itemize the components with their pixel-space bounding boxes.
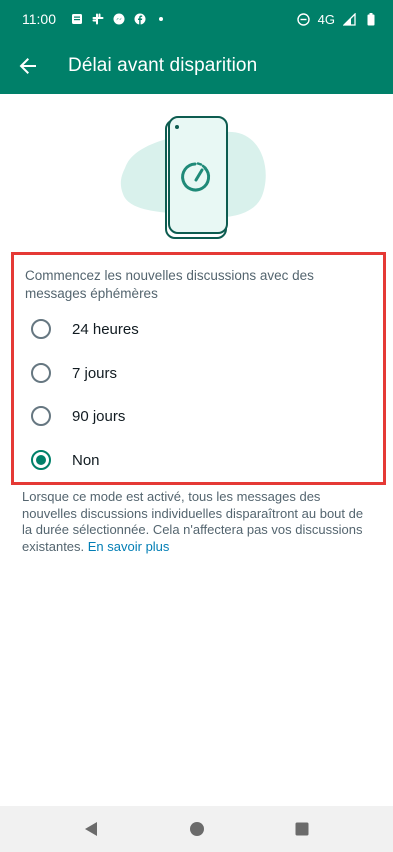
options-title: Commencez les nouvelles discussions avec… <box>25 268 314 301</box>
square-recents-icon <box>295 822 309 836</box>
circle-home-icon <box>190 822 204 836</box>
nav-home-button[interactable] <box>188 820 206 838</box>
page-title: Délai avant disparition <box>68 55 258 76</box>
signal-icon <box>343 12 356 26</box>
option-90-days[interactable]: 90 jours <box>14 394 383 438</box>
option-label: 90 jours <box>72 407 126 425</box>
app-bar: Délai avant disparition <box>0 38 393 94</box>
option-7-days[interactable]: 7 jours <box>14 351 383 395</box>
app-root: 11:00 4G Délai avant disparition Commenc… <box>0 0 393 852</box>
phone-timer-illustration <box>0 108 393 248</box>
battery-icon <box>364 12 377 26</box>
learn-more-link[interactable]: En savoir plus <box>88 539 170 554</box>
triangle-back-icon <box>85 822 97 836</box>
info-description: Lorsque ce mode est activé, tous les mes… <box>22 489 364 554</box>
radio-button[interactable] <box>31 363 51 383</box>
status-left: 11:00 <box>22 11 167 27</box>
radio-button[interactable] <box>31 319 51 339</box>
dot-icon <box>154 13 167 26</box>
option-label: 7 jours <box>72 364 118 382</box>
option-24-hours[interactable]: 24 heures <box>14 307 383 351</box>
info-text: Lorsque ce mode est activé, tous les mes… <box>22 489 374 555</box>
options-group: Commencez les nouvelles discussions avec… <box>11 252 386 485</box>
network-type: 4G <box>317 11 335 27</box>
back-button[interactable] <box>0 38 56 94</box>
status-bar: 11:00 4G <box>0 0 393 38</box>
option-off[interactable]: Non <box>14 438 383 482</box>
messenger-icon <box>112 13 125 26</box>
nav-recents-button[interactable] <box>293 820 311 838</box>
option-label: 24 heures <box>72 320 139 338</box>
system-nav-bar <box>0 806 393 852</box>
message-icon <box>70 13 83 26</box>
slack-icon <box>91 13 104 26</box>
radio-button-selected[interactable] <box>31 450 51 470</box>
option-label: Non <box>72 451 100 469</box>
status-time: 11:00 <box>22 11 56 27</box>
dnd-icon <box>296 12 310 26</box>
facebook-icon <box>133 13 146 26</box>
status-right: 4G <box>296 11 377 27</box>
nav-back-button[interactable] <box>82 820 100 838</box>
arrow-back-icon <box>19 58 36 74</box>
radio-button[interactable] <box>31 406 51 426</box>
